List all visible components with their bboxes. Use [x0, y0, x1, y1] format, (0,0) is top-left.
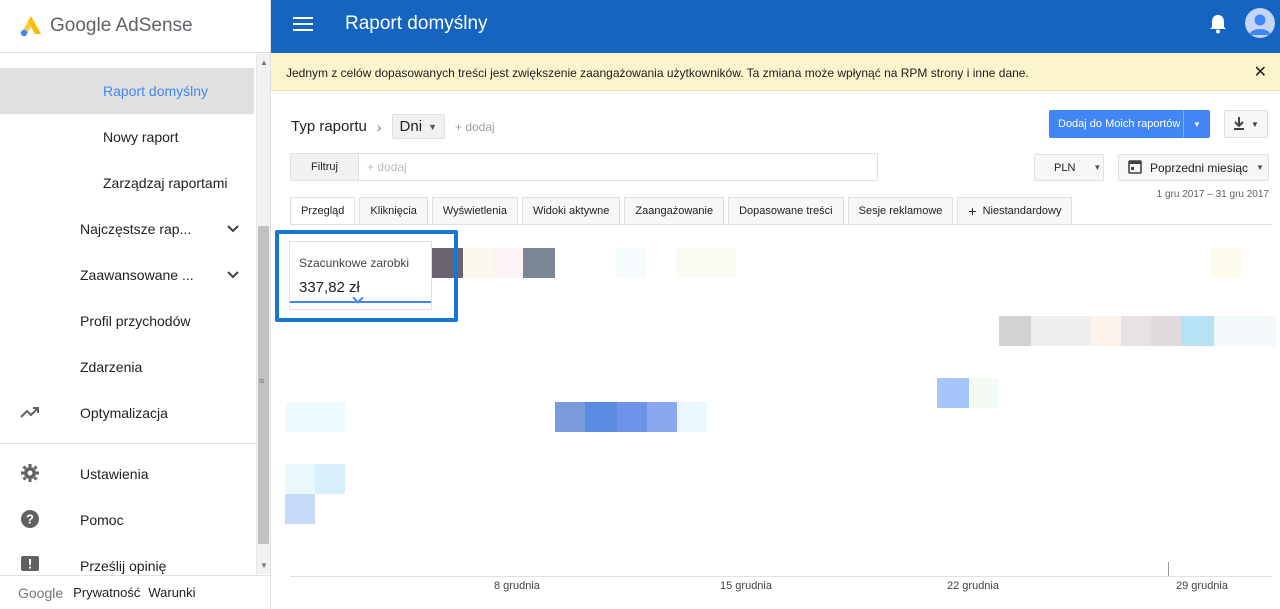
add-to-my-reports-label: Dodaj do Moich raportów: [1058, 118, 1181, 130]
sidebar-item-label: Zdarzenia: [80, 359, 143, 375]
svg-text:?: ?: [26, 512, 34, 527]
date-period-dropdown[interactable]: Poprzedni miesiąc ▼: [1118, 154, 1269, 181]
top-app-bar: Raport domyślny: [271, 0, 1280, 53]
tab-widoki-aktywne[interactable]: Widoki aktywne: [521, 197, 621, 225]
tab-niestandardowy[interactable]: + Niestandardowy: [957, 197, 1073, 225]
sidebar-item-nowy-raport[interactable]: Nowy raport: [0, 114, 254, 160]
caret-down-icon: ▼: [1256, 163, 1264, 172]
sidebar-item-label: Ustawienia: [80, 466, 149, 482]
period-value: Poprzedni miesiąc: [1150, 160, 1249, 175]
x-axis: [290, 576, 1272, 577]
sidebar-item-label: Najczęstsze rap...: [80, 221, 192, 237]
dimension-dropdown[interactable]: Dni ▼: [391, 114, 445, 139]
report-type-label: Typ raportu: [291, 118, 367, 135]
x-axis-tick: [1168, 562, 1169, 576]
sidebar-item-profil-przychodow[interactable]: Profil przychodów: [0, 298, 254, 344]
sidebar-item-najczestsze-raporty[interactable]: Najczęstsze rap...: [0, 206, 254, 252]
tab-wyswietlenia[interactable]: Wyświetlenia: [431, 197, 518, 225]
notice-banner: Jednym z celów dopasowanych treści jest …: [271, 53, 1280, 91]
google-wordmark: Google: [18, 584, 64, 601]
feedback-icon: [20, 555, 40, 574]
sidebar-scrollbar[interactable]: ▲ ≡ ▼: [256, 54, 270, 574]
notice-text: Jednym z celów dopasowanych treści jest …: [286, 66, 1029, 80]
chevron-right-icon: ›: [376, 118, 382, 135]
currency-dropdown[interactable]: PLN ▼: [1034, 154, 1104, 181]
sidebar-item-label: Zaawansowane ...: [80, 267, 194, 283]
sidebar-item-label: Profil przychodów: [80, 313, 191, 329]
filter-label[interactable]: Filtruj: [291, 154, 359, 180]
report-content: Typ raportu › Dni ▼ + dodaj Dodaj do Moi…: [271, 92, 1280, 609]
gear-icon: [20, 463, 40, 486]
chevron-down-icon: [226, 221, 240, 237]
hamburger-menu-icon[interactable]: [293, 17, 313, 35]
date-range-text: 1 gru 2017 – 31 gru 2017: [1156, 189, 1269, 200]
filter-bar[interactable]: Filtruj + dodaj: [290, 153, 878, 181]
sidebar-item-pomoc[interactable]: ? Pomoc: [0, 497, 254, 543]
download-icon: [1233, 116, 1245, 133]
sidebar-item-optymalizacja[interactable]: Optymalizacja: [0, 390, 254, 436]
caret-down-icon: ▼: [1093, 163, 1102, 172]
scroll-down-icon[interactable]: ▼: [260, 561, 268, 570]
filter-add-input[interactable]: + dodaj: [359, 160, 407, 174]
tab-sesje-reklamowe[interactable]: Sesje reklamowe: [847, 197, 954, 225]
tab-label: Niestandardowy: [982, 205, 1062, 217]
add-to-my-reports-button[interactable]: Dodaj do Moich raportów ▼: [1049, 110, 1210, 138]
sidebar-item-zdarzenia[interactable]: Zdarzenia: [0, 344, 254, 390]
calendar-icon: [1128, 159, 1142, 177]
adsense-logo-icon: [20, 15, 42, 37]
sidebar-nav: Raport domyślny Nowy raport Zarządzaj ra…: [0, 54, 256, 574]
nav-divider: [0, 443, 256, 444]
caret-down-icon[interactable]: ▼: [1184, 120, 1210, 129]
sidebar-item-zaawansowane[interactable]: Zaawansowane ...: [0, 252, 254, 298]
highlight-box: [275, 230, 458, 322]
caret-down-icon: ▼: [428, 121, 437, 132]
sidebar-item-label: Nowy raport: [103, 129, 179, 145]
privacy-link[interactable]: Prywatność: [73, 585, 140, 600]
x-axis-label: 15 grudnia: [720, 580, 772, 592]
tab-dopasowane-tresci[interactable]: Dopasowane treści: [728, 197, 844, 225]
sidebar-item-raport-domyslny[interactable]: Raport domyślny: [0, 68, 254, 114]
brand[interactable]: Google AdSense: [0, 0, 270, 53]
account-avatar[interactable]: [1245, 8, 1275, 38]
tab-zaangazowanie[interactable]: Zaangażowanie: [624, 197, 725, 225]
chevron-down-icon: [226, 267, 240, 283]
sidebar-item-przeslij-opinie[interactable]: Prześlij opinię: [0, 543, 254, 574]
sidebar-item-label: Pomoc: [80, 512, 124, 528]
tab-przeglad[interactable]: Przegląd: [290, 197, 356, 225]
sidebar-item-zarzadzaj-raportami[interactable]: Zarządzaj raportami: [0, 160, 254, 206]
scroll-up-icon[interactable]: ▲: [260, 58, 268, 67]
sidebar: Google AdSense Raport domyślny Nowy rapo…: [0, 0, 271, 609]
sidebar-item-label: Optymalizacja: [80, 405, 168, 421]
page-title: Raport domyślny: [345, 13, 488, 34]
add-dimension-link[interactable]: + dodaj: [455, 120, 495, 134]
caret-down-icon: ▼: [1251, 119, 1259, 129]
trending-up-icon: [20, 402, 40, 425]
report-tabs: Przegląd Kliknięcia Wyświetlenia Widoki …: [290, 197, 1076, 225]
tab-klikniecia[interactable]: Kliknięcia: [359, 197, 428, 225]
notifications-bell-icon[interactable]: [1208, 13, 1228, 40]
help-icon: ?: [20, 509, 40, 532]
x-axis-label: 8 grudnia: [494, 580, 540, 592]
tabs-divider: [290, 224, 1272, 225]
currency-value: PLN: [1054, 161, 1076, 174]
report-type-row: Typ raportu › Dni ▼ + dodaj: [291, 114, 495, 139]
sidebar-footer: Google Prywatność Warunki: [0, 575, 271, 609]
app-name: Google AdSense: [50, 15, 193, 36]
sidebar-item-label: Prześlij opinię: [80, 558, 167, 574]
close-icon[interactable]: ✕: [1254, 62, 1267, 82]
scrollbar-grip-icon: ≡: [259, 376, 265, 386]
plus-icon: +: [968, 203, 977, 219]
sidebar-item-label: Raport domyślny: [103, 83, 209, 99]
download-button[interactable]: ▼: [1224, 110, 1268, 138]
sidebar-item-label: Zarządzaj raportami: [103, 175, 228, 191]
terms-link[interactable]: Warunki: [148, 585, 195, 600]
sidebar-item-ustawienia[interactable]: Ustawienia: [0, 451, 254, 497]
x-axis-label: 22 grudnia: [947, 580, 999, 592]
dimension-value: Dni: [399, 118, 423, 135]
x-axis-label: 29 grudnia: [1176, 580, 1228, 592]
